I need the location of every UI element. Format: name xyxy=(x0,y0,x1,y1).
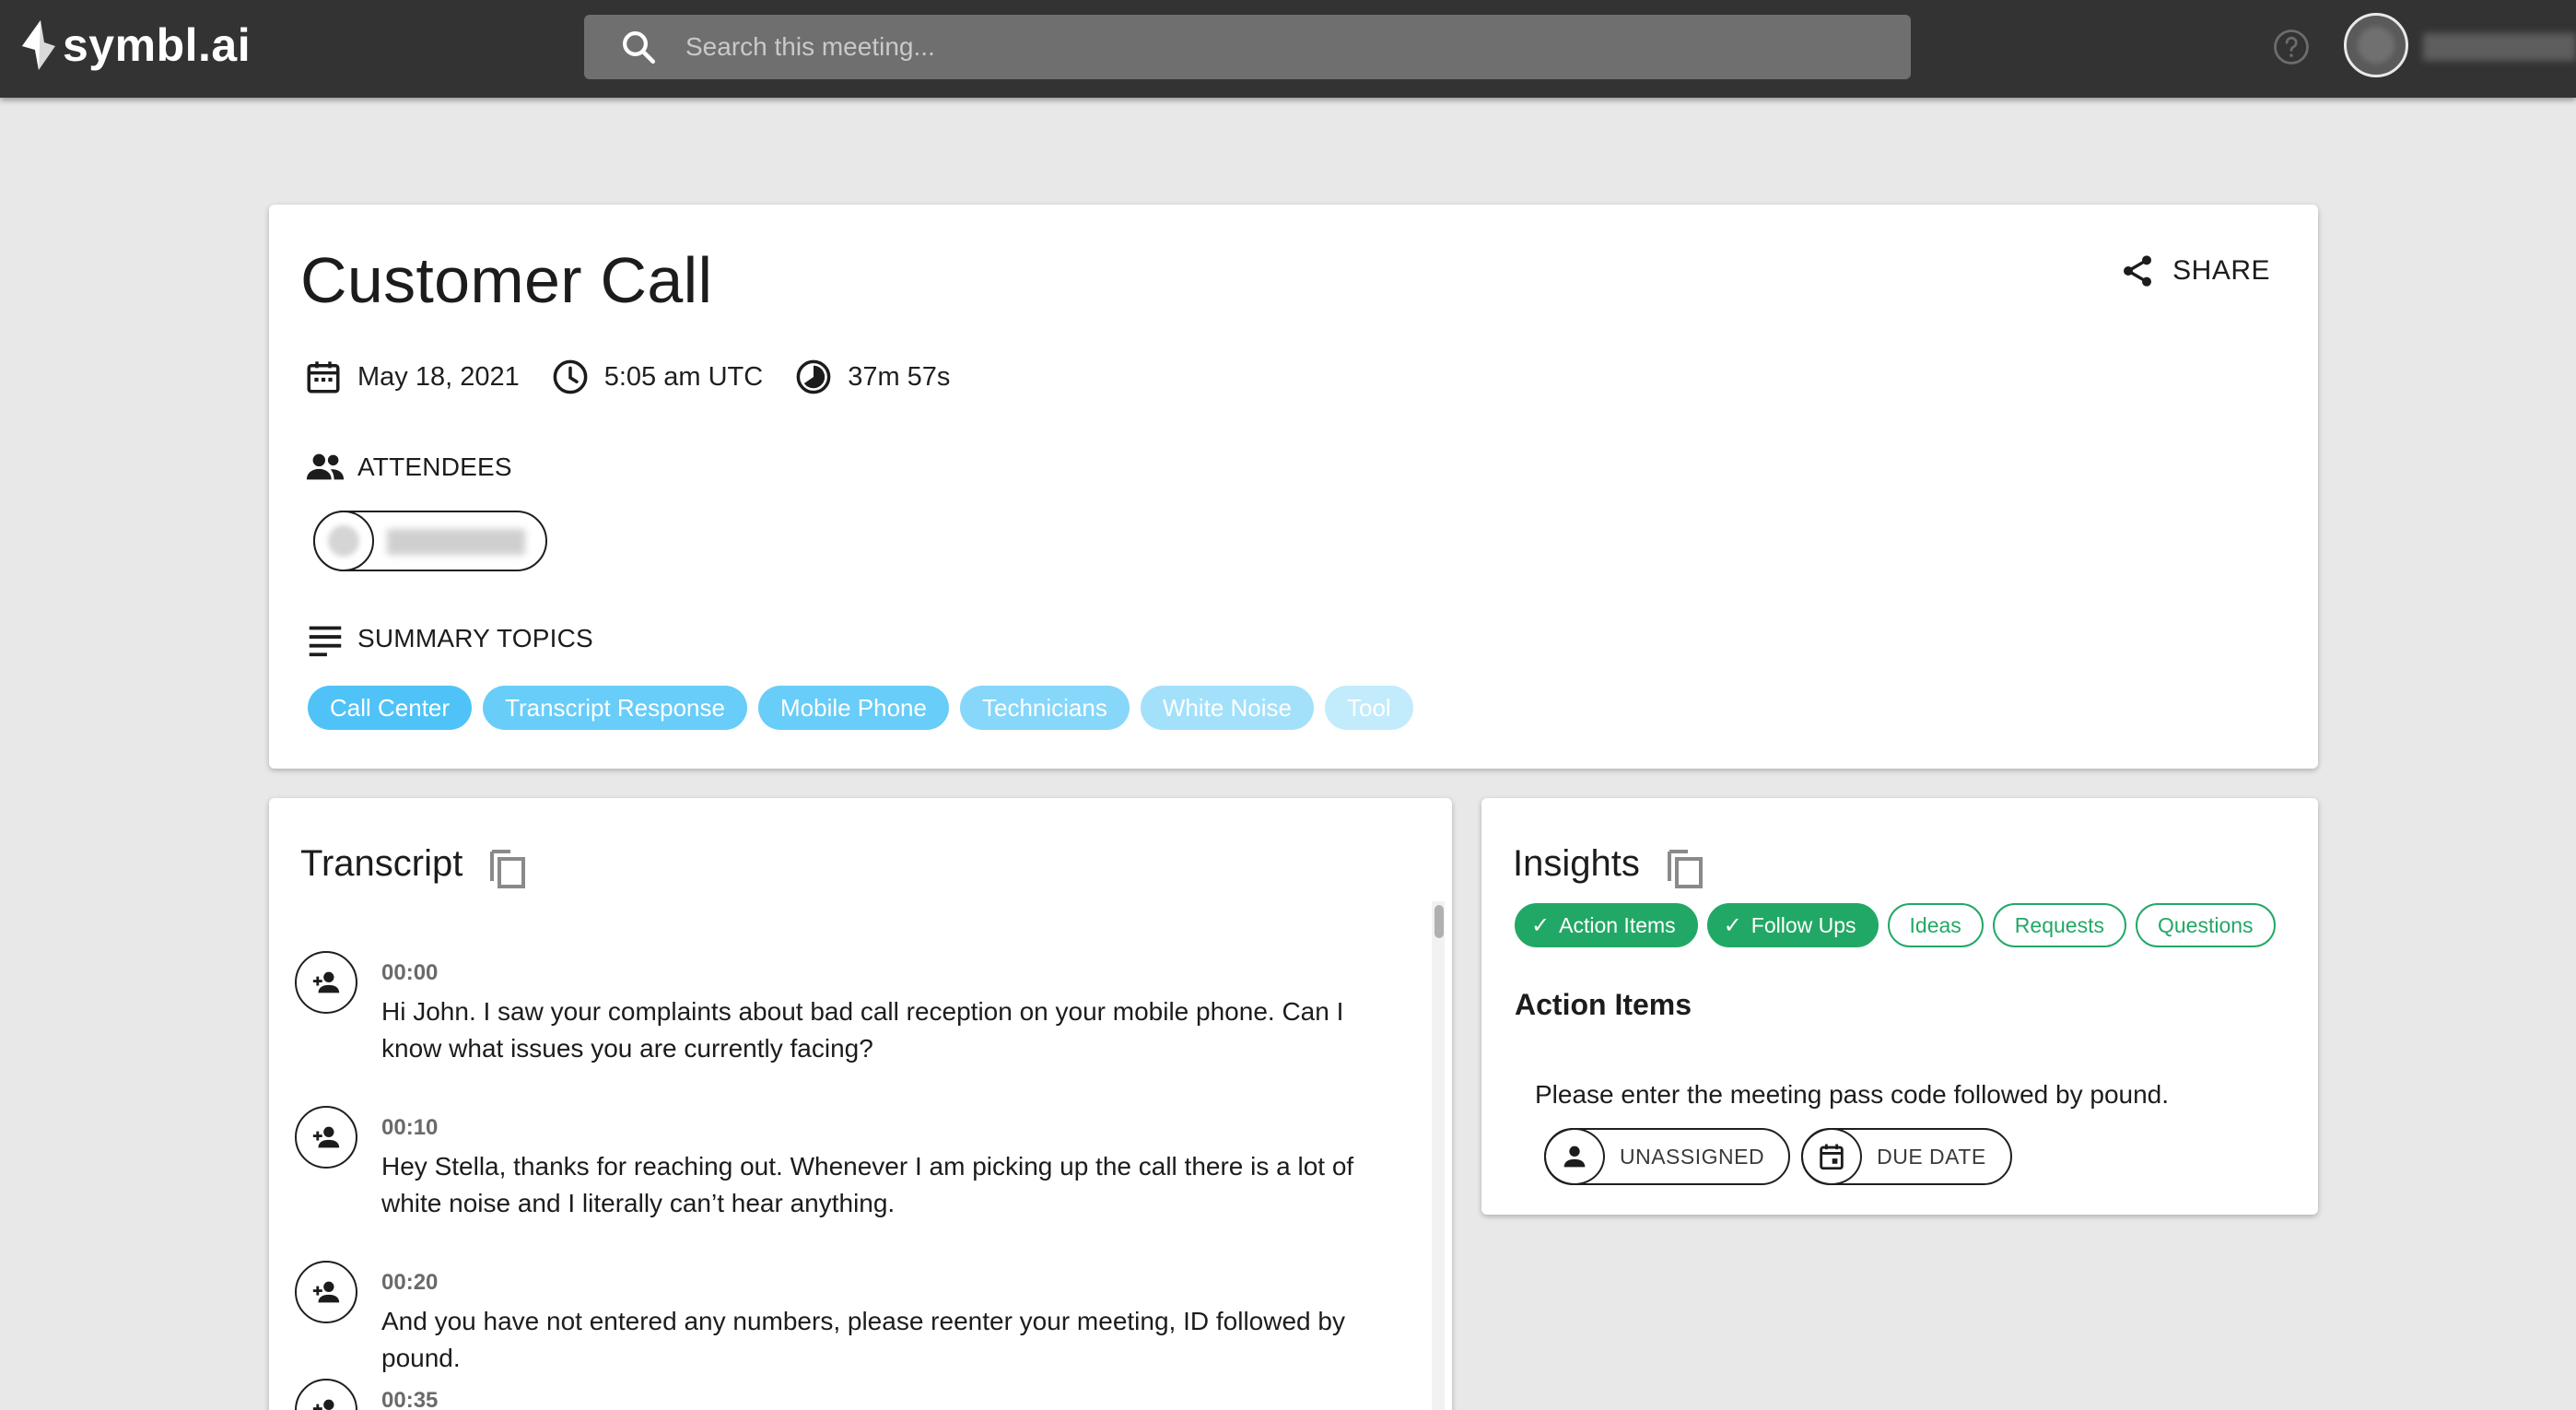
due-date-label: DUE DATE xyxy=(1877,1144,1986,1169)
entry-timestamp: 00:10 xyxy=(381,1115,439,1140)
people-icon xyxy=(306,453,345,480)
meeting-title: Customer Call xyxy=(300,244,713,316)
filter-follow-ups[interactable]: ✓ Follow Ups xyxy=(1706,903,1879,947)
clock-icon xyxy=(553,359,588,394)
copy-icon[interactable] xyxy=(1664,844,1704,888)
entry-text: And you have not entered any numbers, pl… xyxy=(381,1307,1345,1372)
transcript-scroll-thumb[interactable] xyxy=(1434,905,1444,938)
check-icon: ✓ xyxy=(1531,912,1551,938)
filter-ideas[interactable]: Ideas xyxy=(1887,903,1984,947)
filter-label: Follow Ups xyxy=(1751,912,1856,937)
action-item-text: Please enter the meeting pass code follo… xyxy=(1535,1080,2170,1109)
insights-card: Insights ✓ Action Items ✓ Follow Ups Ide… xyxy=(1481,798,2318,1215)
speaker-avatar[interactable] xyxy=(295,1379,357,1410)
meeting-duration: 37m 57s xyxy=(794,358,950,396)
meeting-time: 5:05 am UTC xyxy=(551,358,763,396)
add-person-icon xyxy=(312,1281,340,1303)
filter-requests[interactable]: Requests xyxy=(1992,903,2126,947)
share-label: SHARE xyxy=(2172,255,2270,286)
speaker-avatar[interactable] xyxy=(295,1261,357,1323)
attendees-heading: ATTENDEES xyxy=(304,446,512,488)
logo-icon xyxy=(22,20,55,70)
entry-timestamp: 00:20 xyxy=(381,1270,439,1295)
add-person-icon xyxy=(312,1126,340,1148)
assignee-label: UNASSIGNED xyxy=(1620,1144,1765,1169)
notes-icon xyxy=(309,626,342,657)
event-icon xyxy=(1820,1144,1844,1170)
meeting-summary-card: Customer Call SHARE May 18, 2021 5:05 am… xyxy=(269,205,2318,769)
filter-label: Ideas xyxy=(1909,912,1961,937)
topic-chip[interactable]: Tool xyxy=(1325,686,1413,730)
summary-topics-heading: SUMMARY TOPICS xyxy=(304,617,593,660)
assignee-avatar xyxy=(1544,1128,1605,1185)
meeting-date-text: May 18, 2021 xyxy=(357,361,520,392)
attendee-chip[interactable] xyxy=(313,511,547,571)
attendees-label: ATTENDEES xyxy=(357,452,512,481)
filter-action-items[interactable]: ✓ Action Items xyxy=(1515,903,1698,947)
share-icon xyxy=(2124,255,2152,287)
assignee-button[interactable]: UNASSIGNED xyxy=(1544,1128,1791,1185)
topic-chip[interactable]: Transcript Response xyxy=(483,686,747,730)
topic-chip[interactable]: Technicians xyxy=(959,686,1130,730)
meeting-meta: May 18, 2021 5:05 am UTC 37m 57s xyxy=(304,358,981,396)
topic-chip[interactable]: Mobile Phone xyxy=(757,686,949,730)
user-avatar[interactable] xyxy=(2344,13,2408,77)
entry-timestamp: 00:00 xyxy=(381,960,439,985)
entry-text: Hi John. I saw your complaints about bad… xyxy=(381,997,1344,1063)
speaker-avatar[interactable] xyxy=(295,951,357,1014)
filter-label: Action Items xyxy=(1559,912,1676,937)
duration-icon xyxy=(796,359,831,394)
attendee-avatar xyxy=(313,511,374,571)
summary-topics-label: SUMMARY TOPICS xyxy=(357,624,593,652)
share-button[interactable]: SHARE xyxy=(2119,253,2270,289)
transcript-title: Transcript xyxy=(300,842,463,884)
check-icon: ✓ xyxy=(1723,912,1742,938)
filter-label: Questions xyxy=(2157,912,2254,937)
search-icon xyxy=(623,31,656,65)
action-item-controls: UNASSIGNED DUE DATE xyxy=(1544,1128,2023,1185)
insight-filters: ✓ Action Items ✓ Follow Ups Ideas Reques… xyxy=(1515,903,2285,947)
meeting-date: May 18, 2021 xyxy=(304,358,520,396)
person-icon xyxy=(1563,1146,1586,1168)
summary-topics: Call Center Transcript Response Mobile P… xyxy=(308,686,1424,730)
search-bar[interactable] xyxy=(584,15,1911,79)
add-person-icon xyxy=(312,1399,334,1410)
topic-chip[interactable]: White Noise xyxy=(1140,686,1314,730)
logo-text: symbl.ai xyxy=(63,19,252,71)
transcript-scrollbar[interactable] xyxy=(1432,901,1445,1410)
insights-section-title: Action Items xyxy=(1515,988,1692,1021)
user-name-redacted[interactable] xyxy=(2423,33,2576,61)
copy-icon[interactable] xyxy=(486,844,527,888)
due-date-button[interactable]: DUE DATE xyxy=(1801,1128,2012,1185)
transcript-heading: Transcript xyxy=(300,839,527,888)
topic-chip[interactable]: Call Center xyxy=(308,686,473,730)
entry-text: Hey Stella, thanks for reaching out. Whe… xyxy=(381,1152,1354,1217)
insights-heading: Insights xyxy=(1513,839,1704,888)
attendee-name-redacted xyxy=(387,529,525,555)
help-icon[interactable] xyxy=(2272,28,2311,66)
meeting-time-text: 5:05 am UTC xyxy=(603,361,764,392)
filter-questions[interactable]: Questions xyxy=(2135,903,2276,947)
add-person-icon xyxy=(312,971,340,993)
due-date-icon-wrap xyxy=(1801,1128,1863,1185)
top-bar: symbl.ai xyxy=(0,0,2576,98)
transcript-card: Transcript 00:00 Hi John. I saw your com… xyxy=(269,798,1452,1410)
calendar-icon xyxy=(307,361,340,394)
search-input[interactable] xyxy=(685,32,1883,62)
speaker-avatar[interactable] xyxy=(295,1106,357,1169)
insights-title: Insights xyxy=(1513,842,1640,884)
app-logo[interactable]: symbl.ai xyxy=(20,17,251,74)
entry-timestamp: 00:35 xyxy=(381,1388,439,1410)
meeting-duration-text: 37m 57s xyxy=(848,361,951,392)
filter-label: Requests xyxy=(2014,912,2104,937)
